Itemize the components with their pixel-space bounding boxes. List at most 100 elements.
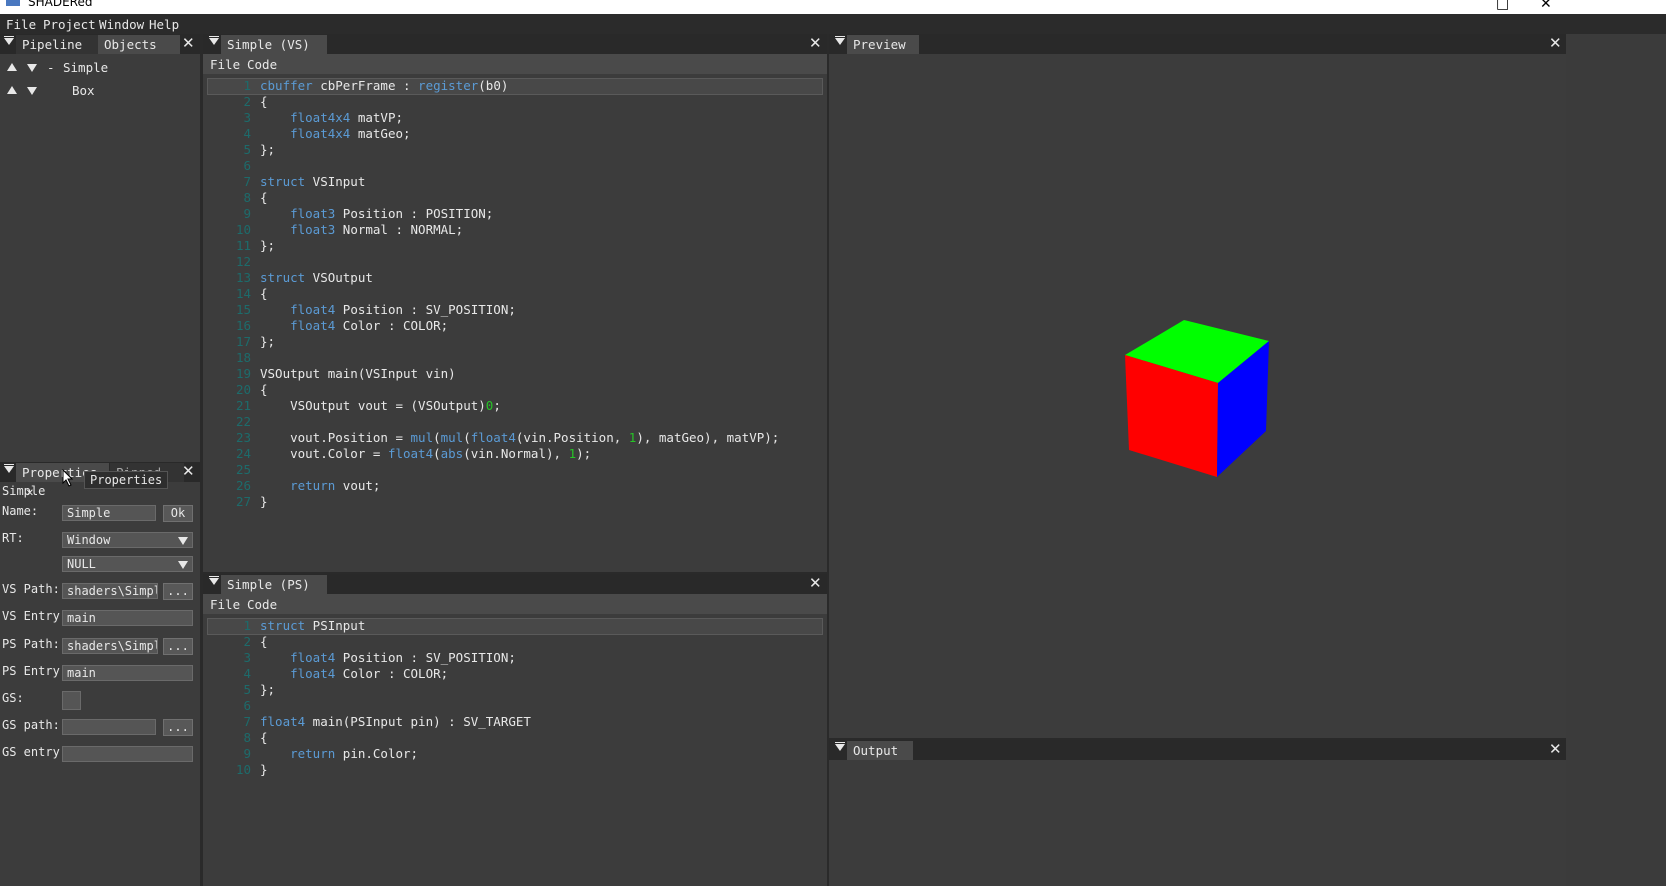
code-text: float4x4 matGeo; xyxy=(290,126,411,141)
tab-vs-editor[interactable]: Simple (VS) xyxy=(221,35,327,54)
code-text: }; xyxy=(260,682,276,697)
ok-button[interactable]: Ok xyxy=(163,505,193,522)
vs-menu-code[interactable]: Code xyxy=(247,57,277,72)
gs-checkbox[interactable] xyxy=(62,691,81,710)
close-icon[interactable]: ✕ xyxy=(809,34,822,52)
maximize-button[interactable]: □ xyxy=(1496,0,1509,12)
rt-select-2[interactable]: NULL xyxy=(62,556,193,572)
vs-path-label: VS Path: xyxy=(2,582,60,596)
code-text: vout.Color = float4(abs(vin.Normal), 1); xyxy=(260,446,592,461)
code-text: float4 Color : COLOR; xyxy=(290,318,449,333)
ps-code-editor[interactable]: 1 struct PSInput 2 {3 float4 Position : SV_… xyxy=(203,618,827,882)
name-label: Name: xyxy=(2,504,39,518)
pipeline-item-label: Box xyxy=(72,83,95,98)
line-number: 8 xyxy=(243,730,251,745)
rt-select-2-value: NULL xyxy=(67,557,96,571)
close-icon[interactable]: ✕ xyxy=(1549,740,1562,758)
vs-path-input[interactable]: shaders\Simple xyxy=(62,583,158,599)
collapse-icon[interactable] xyxy=(835,36,845,45)
ps-menu-code[interactable]: Code xyxy=(247,597,277,612)
pipeline-item[interactable]: Box xyxy=(0,82,200,102)
menu-help[interactable]: Help xyxy=(149,17,179,32)
line-number: 23 xyxy=(235,430,251,445)
tab-pipeline[interactable]: Pipeline xyxy=(16,35,106,54)
menu-window[interactable]: Window xyxy=(99,17,144,32)
properties-panel: Properties ✕ Pinned ✕ Properties Simple … xyxy=(0,462,200,886)
code-text: float4 main(PSInput pin) : SV_TARGET xyxy=(260,714,531,729)
gs-label: GS: xyxy=(2,691,24,705)
code-text: vout.Position = mul(mul(float4(vin.Posit… xyxy=(260,430,780,445)
rt-select-value: Window xyxy=(67,533,111,547)
ps-entry-input[interactable]: main xyxy=(62,665,193,681)
code-text: return vout; xyxy=(290,478,381,493)
code-text: struct PSInput xyxy=(260,618,366,633)
line-number: 27 xyxy=(235,494,251,509)
line-number: 26 xyxy=(235,478,251,493)
expand-toggle[interactable]: - xyxy=(47,60,55,75)
tab-output[interactable]: Output xyxy=(847,741,913,760)
line-number: 24 xyxy=(235,446,251,461)
code-text: struct VSOutput xyxy=(260,270,373,285)
gs-entry-input[interactable] xyxy=(62,746,193,762)
dropdown-arrow-icon xyxy=(178,537,188,545)
gs-path-label: GS path: xyxy=(2,718,60,732)
line-number: 16 xyxy=(235,318,251,333)
ps-path-label: PS Path: xyxy=(2,637,60,651)
collapse-icon[interactable] xyxy=(4,36,14,45)
tab-ps-editor[interactable]: Simple (PS) xyxy=(221,575,327,594)
line-number: 15 xyxy=(235,302,251,317)
move-down-icon[interactable] xyxy=(27,87,37,95)
code-text: { xyxy=(260,382,268,397)
vs-path-browse-button[interactable]: ... xyxy=(163,583,193,600)
code-text: }; xyxy=(260,334,276,349)
line-number: 12 xyxy=(235,254,251,269)
line-number: 9 xyxy=(243,746,251,761)
line-number: 10 xyxy=(235,222,251,237)
line-number: 7 xyxy=(243,174,251,189)
menu-project[interactable]: Project xyxy=(43,17,96,32)
code-text: float4 Position : SV_POSITION; xyxy=(290,650,516,665)
vs-editor-menubar: File Code xyxy=(203,54,827,74)
vs-editor-panel: Simple (VS) ✕ File Code 1 cbuffer cbPerFr… xyxy=(203,34,827,572)
vs-menu-file[interactable]: File xyxy=(210,57,240,72)
ps-menu-file[interactable]: File xyxy=(210,597,240,612)
code-text: VSOutput main(VSInput vin) xyxy=(260,366,456,381)
collapse-icon[interactable] xyxy=(209,36,219,45)
gs-entry-label: GS entry xyxy=(2,745,60,759)
preview-viewport[interactable] xyxy=(829,54,1566,738)
tab-preview[interactable]: Preview xyxy=(847,35,919,54)
pipeline-item[interactable]: - Simple xyxy=(0,58,200,78)
pipeline-panel: Pipeline Objects ✕ - Simple Box xyxy=(0,34,200,462)
code-text: { xyxy=(260,634,268,649)
output-tabbar: Output ✕ xyxy=(829,740,1566,760)
name-input[interactable]: Simple xyxy=(62,505,156,521)
code-text: } xyxy=(260,494,268,509)
line-number: 5 xyxy=(243,142,251,157)
tab-objects[interactable]: Objects xyxy=(98,35,180,54)
close-icon[interactable]: ✕ xyxy=(182,34,195,52)
collapse-icon[interactable] xyxy=(4,464,14,473)
collapse-icon[interactable] xyxy=(209,576,219,585)
line-number: 17 xyxy=(235,334,251,349)
close-icon[interactable]: ✕ xyxy=(809,574,822,592)
vs-code-editor[interactable]: 1 cbuffer cbPerFrame : register(b0) 2 {3 fl… xyxy=(203,78,827,568)
collapse-icon[interactable] xyxy=(835,742,845,751)
line-number: 10 xyxy=(235,762,251,777)
line-number: 13 xyxy=(235,270,251,285)
gs-path-browse-button[interactable]: ... xyxy=(163,719,193,736)
close-icon[interactable]: ✕ xyxy=(1549,34,1562,52)
close-window-button[interactable]: ✕ xyxy=(1540,0,1552,12)
rt-select[interactable]: Window xyxy=(62,532,193,548)
line-number: 1 xyxy=(243,618,251,633)
line-number: 3 xyxy=(243,110,251,125)
ps-path-input[interactable]: shaders\Simple xyxy=(62,638,158,654)
close-icon[interactable]: ✕ xyxy=(182,462,195,480)
move-up-icon[interactable] xyxy=(7,63,17,71)
vs-entry-input[interactable]: main xyxy=(62,610,193,626)
ps-path-browse-button[interactable]: ... xyxy=(163,638,193,655)
output-panel: Output ✕ xyxy=(829,740,1566,886)
move-up-icon[interactable] xyxy=(7,86,17,94)
move-down-icon[interactable] xyxy=(27,64,37,72)
menu-file[interactable]: File xyxy=(6,17,36,32)
gs-path-input[interactable] xyxy=(62,719,156,735)
